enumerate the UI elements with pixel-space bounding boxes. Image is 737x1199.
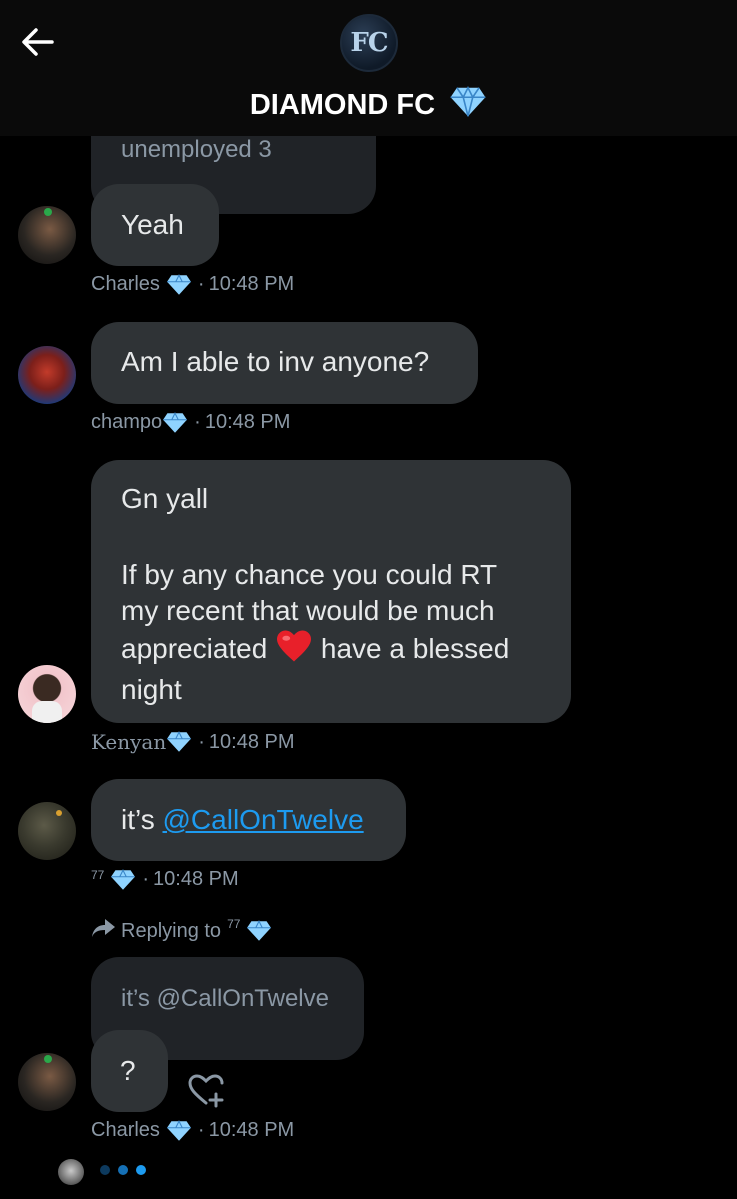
- message-text: it’s: [121, 804, 163, 835]
- diamond-icon: [166, 273, 192, 296]
- sender-name[interactable]: Kenyan: [91, 730, 166, 754]
- group-avatar-text: FC: [350, 28, 388, 58]
- avatar[interactable]: [18, 802, 76, 860]
- diamond-icon: [166, 1119, 192, 1142]
- quoted-message-text: it’s @CallOnTwelve: [121, 985, 329, 1012]
- sender-name[interactable]: Charles: [91, 273, 160, 296]
- timestamp: 10:48 PM: [208, 1119, 295, 1141]
- reply-to-name: 77: [227, 917, 241, 931]
- message-line: If by any chance you could RT: [121, 559, 498, 590]
- sender-name[interactable]: 77: [91, 868, 104, 882]
- timestamp: 10:48 PM: [208, 273, 295, 295]
- message-text: ?: [120, 1055, 136, 1086]
- message-bubble[interactable]: Am I able to inv anyone?: [91, 322, 478, 404]
- timestamp: 10:48 PM: [204, 411, 291, 433]
- message-line: appreciated: [121, 632, 268, 664]
- message-meta: Charles · 10:48 PM: [91, 1119, 295, 1142]
- group-title-text: DIAMOND FC: [249, 89, 436, 121]
- message-line: my recent that would be much: [121, 595, 495, 626]
- avatar[interactable]: [18, 346, 76, 404]
- back-arrow-icon[interactable]: [18, 22, 58, 62]
- group-avatar[interactable]: FC: [340, 14, 398, 72]
- message-bubble[interactable]: it’s @CallOnTwelve: [91, 779, 406, 861]
- sender-name[interactable]: Charles: [91, 1119, 160, 1142]
- sender-name[interactable]: champo: [91, 411, 162, 434]
- typing-avatar: [58, 1159, 84, 1185]
- diamond-icon: [110, 868, 136, 891]
- timestamp: 10:48 PM: [208, 730, 295, 753]
- mention-link[interactable]: @CallOnTwelve: [163, 804, 364, 835]
- chat-header: FC DIAMOND FC: [0, 0, 737, 136]
- message-meta: champo · 10:48 PM: [91, 411, 291, 434]
- diamond-icon: [246, 920, 272, 942]
- diamond-icon: [166, 731, 192, 753]
- message-meta: 77 · 10:48 PM: [91, 868, 239, 891]
- diamond-icon: [162, 411, 188, 434]
- quoted-message-text: unemployed 3: [121, 136, 272, 163]
- avatar[interactable]: [18, 206, 76, 264]
- message-bubble[interactable]: ?: [91, 1030, 168, 1112]
- diamond-icon: [449, 86, 487, 118]
- typing-indicator: [100, 1165, 146, 1175]
- reply-label: Replying to: [121, 919, 222, 942]
- reply-arrow-icon: [91, 917, 117, 945]
- message-meta: Kenyan · 10:48 PM: [91, 730, 295, 754]
- message-bubble[interactable]: Gn yall If by any chance you could RT my…: [91, 460, 571, 723]
- message-line: have a blessed: [320, 632, 510, 664]
- group-title[interactable]: DIAMOND FC: [0, 86, 737, 122]
- message-bubble[interactable]: Yeah: [91, 184, 219, 266]
- timestamp: 10:48 PM: [153, 868, 239, 890]
- avatar[interactable]: [18, 1053, 76, 1111]
- message-text: Am I able to inv anyone?: [121, 346, 430, 377]
- avatar[interactable]: [18, 665, 76, 723]
- message-line: night: [121, 674, 182, 705]
- message-text: Yeah: [121, 209, 184, 240]
- message-line: Gn yall: [121, 483, 209, 514]
- add-reaction-icon[interactable]: [186, 1072, 228, 1108]
- heart-emoji-icon: [275, 629, 313, 672]
- reply-indicator[interactable]: Replying to 77: [91, 917, 278, 945]
- message-meta: Charles · 10:48 PM: [91, 273, 295, 296]
